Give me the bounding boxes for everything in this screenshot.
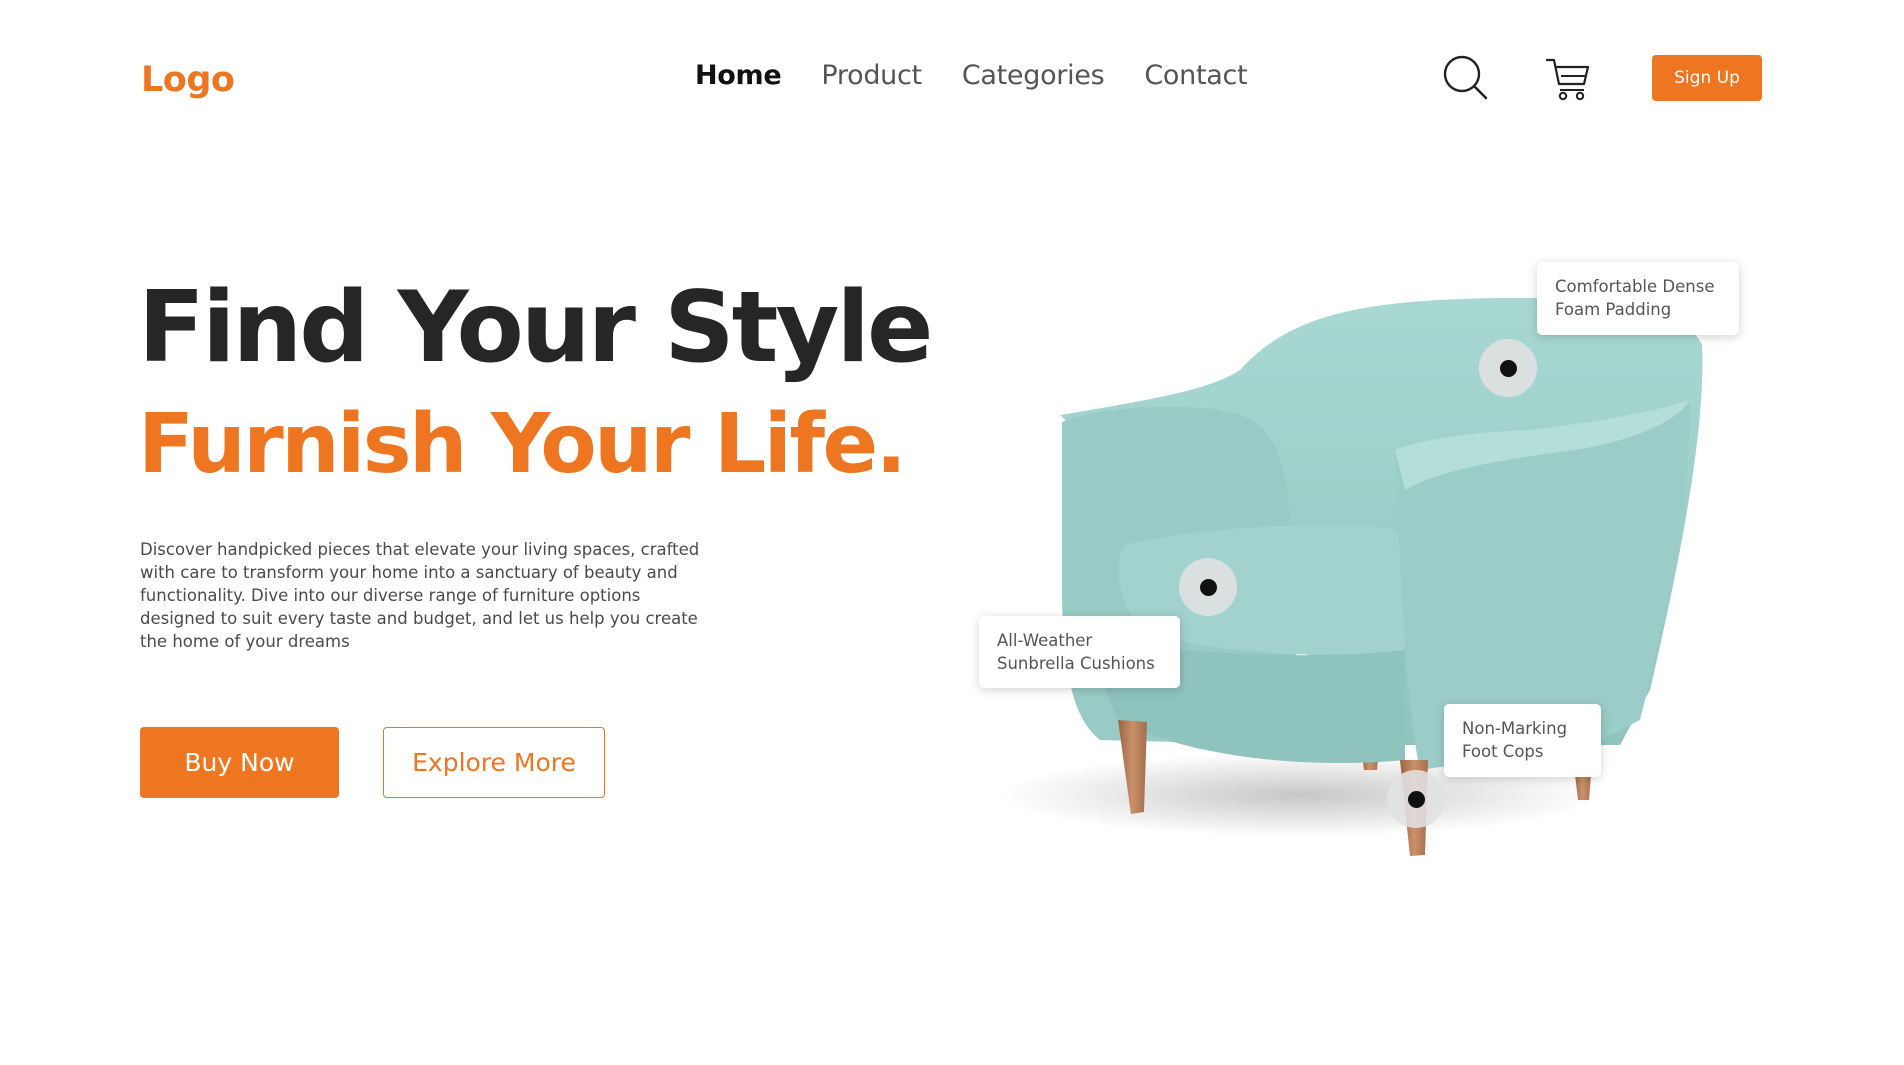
main-nav: Home Product Categories Contact bbox=[695, 60, 1248, 91]
search-icon bbox=[1443, 55, 1488, 100]
logo[interactable]: Logo bbox=[141, 60, 235, 100]
feature-callout-cushions: All-Weather Sunbrella Cushions bbox=[979, 616, 1180, 688]
hotspot-dot bbox=[1407, 790, 1425, 808]
signup-button[interactable]: Sign Up bbox=[1652, 55, 1762, 101]
search-button[interactable] bbox=[1442, 54, 1490, 102]
nav-product[interactable]: Product bbox=[821, 60, 922, 91]
hotspot-foam-padding[interactable] bbox=[1479, 339, 1537, 397]
feature-label: Foot Cops bbox=[1462, 742, 1544, 761]
explore-more-button[interactable]: Explore More bbox=[383, 727, 605, 798]
hero-title: Find Your Style bbox=[138, 271, 933, 385]
cart-button[interactable] bbox=[1544, 54, 1594, 102]
feature-label: Comfortable Dense bbox=[1555, 277, 1715, 296]
feature-callout-foot: Non-Marking Foot Cops bbox=[1444, 704, 1601, 777]
hotspot-dot bbox=[1199, 578, 1217, 596]
nav-home[interactable]: Home bbox=[695, 60, 782, 91]
nav-contact[interactable]: Contact bbox=[1144, 60, 1247, 91]
hero-description: Discover handpicked pieces that elevate … bbox=[140, 540, 700, 651]
hero-subtitle: Furnish Your Life. bbox=[138, 397, 907, 492]
cart-icon bbox=[1545, 58, 1590, 101]
feature-label: Foam Padding bbox=[1555, 300, 1672, 319]
hotspot-dot bbox=[1499, 359, 1517, 377]
nav-categories[interactable]: Categories bbox=[962, 60, 1105, 91]
feature-callout-foam: Comfortable Dense Foam Padding bbox=[1537, 262, 1739, 335]
hotspot-cushions[interactable] bbox=[1179, 558, 1237, 616]
buy-now-button[interactable]: Buy Now bbox=[140, 727, 339, 798]
hotspot-foot-caps[interactable] bbox=[1387, 770, 1445, 828]
feature-label: All-Weather bbox=[997, 631, 1093, 650]
feature-label: Sunbrella Cushions bbox=[997, 654, 1155, 673]
feature-label: Non-Marking bbox=[1462, 719, 1568, 738]
